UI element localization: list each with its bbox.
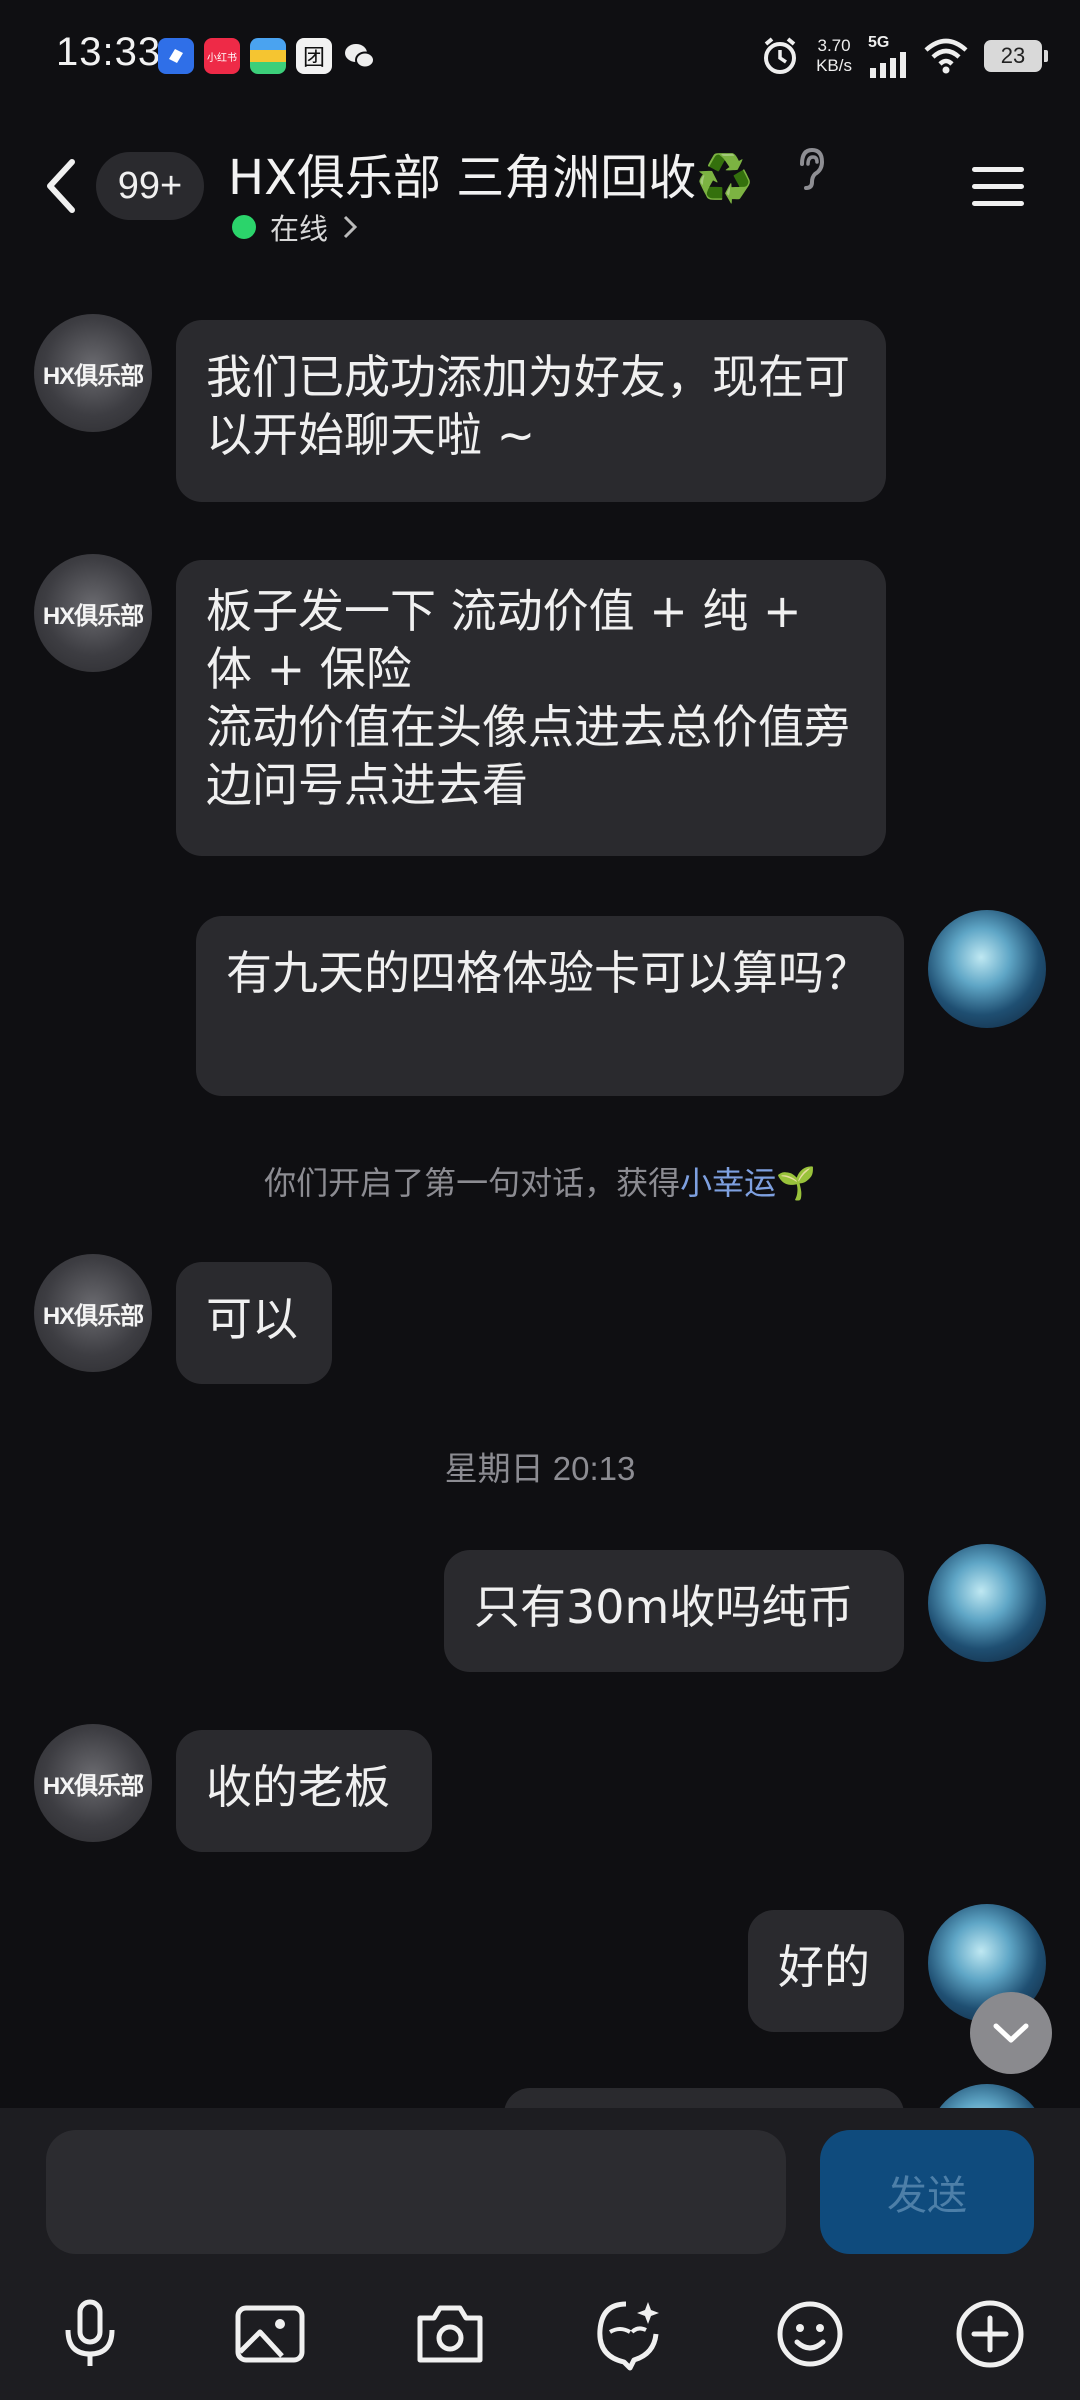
menu-icon[interactable] (970, 164, 1026, 210)
contact-avatar[interactable]: HX俱乐部 (34, 1724, 152, 1842)
signal-icon (870, 52, 906, 78)
plus-icon[interactable] (952, 2296, 1028, 2372)
back-arrow-icon[interactable] (40, 154, 86, 218)
battery-indicator: 23 (984, 40, 1048, 72)
message-bubble[interactable]: 收的老板 (176, 1730, 432, 1852)
message-text: 板子发一下 流动价值 + 纯 + 体 + 保险 流动价值在头像点进去总价值旁边问… (206, 584, 850, 812)
message-bubble[interactable]: 板子发一下 流动价值 + 纯 + 体 + 保险 流动价值在头像点进去总价值旁边问… (176, 560, 886, 856)
my-avatar[interactable] (928, 910, 1046, 1028)
online-status[interactable]: 在线 (232, 206, 358, 248)
contact-avatar[interactable]: HX俱乐部 (34, 1254, 152, 1372)
camera-icon[interactable] (412, 2296, 488, 2372)
unread-count-badge[interactable]: 99+ (96, 152, 204, 220)
wechat-icon (342, 38, 378, 74)
input-toolbar (0, 2286, 1080, 2376)
contact-avatar[interactable]: HX俱乐部 (34, 314, 152, 432)
microphone-icon[interactable] (52, 2296, 128, 2372)
message-text: 我们已成功添加为好友，现在可以开始聊天啦 ~ (206, 350, 850, 462)
blue-app-icon (158, 38, 194, 74)
wifi-icon (924, 38, 968, 74)
time-separator: 星期日 20:13 (444, 1450, 636, 1487)
message-text: 有九天的四格体验卡可以算吗？ (226, 946, 870, 1000)
system-message: 你们开启了第一句对话，获得小幸运🌱 (264, 1164, 816, 1202)
sprout-icon: 🌱 (776, 1164, 816, 1202)
scroll-to-bottom-button[interactable] (970, 1992, 1052, 2074)
contact-avatar[interactable]: HX俱乐部 (34, 554, 152, 672)
image-icon[interactable] (232, 2296, 308, 2372)
send-button[interactable]: 发送 (820, 2130, 1034, 2254)
chat-title[interactable]: HX俱乐部 三角洲回收♻️ (228, 138, 754, 208)
smiley-icon[interactable] (772, 2296, 848, 2372)
alarm-icon (764, 37, 797, 74)
network-type: 5G (868, 34, 890, 51)
message-bubble-self[interactable]: 只有30m收吗纯币 (444, 1550, 904, 1672)
online-dot (232, 215, 256, 239)
chat-header: 99+ HX俱乐部 三角洲回收♻️ 在线 (0, 120, 1080, 260)
status-time: 13:33 (56, 30, 162, 74)
message-text: 收的老板 (206, 1760, 390, 1814)
message-bubble-self[interactable]: 有九天的四格体验卡可以算吗？ (196, 916, 904, 1096)
status-bar: 13:33 小红书 团 3.70 KB/s 5G 23 (0, 0, 1080, 110)
recycle-emoji: ♻️ (696, 151, 754, 205)
message-text: 可以 (206, 1292, 298, 1346)
xiaohongshu-icon: 小红书 (204, 38, 240, 74)
message-bubble-self[interactable]: 好的 (748, 1910, 904, 2032)
wallet-icon (250, 38, 286, 74)
notification-icons: 小红书 团 (158, 38, 378, 74)
tuan-icon: 团 (296, 38, 332, 74)
message-text: 只有30m收吗纯币 (474, 1580, 854, 1634)
input-area: 发送 (0, 2108, 1080, 2400)
lucky-link[interactable]: 小幸运 (680, 1164, 776, 1202)
my-avatar[interactable] (928, 1544, 1046, 1662)
net-speed: 3.70 KB/s (816, 36, 852, 75)
chevron-down-icon (993, 2023, 1029, 2043)
message-input[interactable] (46, 2130, 786, 2254)
online-status-text: 在线 (270, 212, 329, 246)
message-bubble[interactable]: 可以 (176, 1262, 332, 1384)
message-bubble[interactable]: 我们已成功添加为好友，现在可以开始聊天啦 ~ (176, 320, 886, 502)
ear-icon[interactable] (790, 144, 830, 194)
message-text: 好的 (778, 1940, 870, 1994)
chevron-right-icon (343, 215, 358, 239)
ai-emoji-icon[interactable] (590, 2296, 666, 2372)
